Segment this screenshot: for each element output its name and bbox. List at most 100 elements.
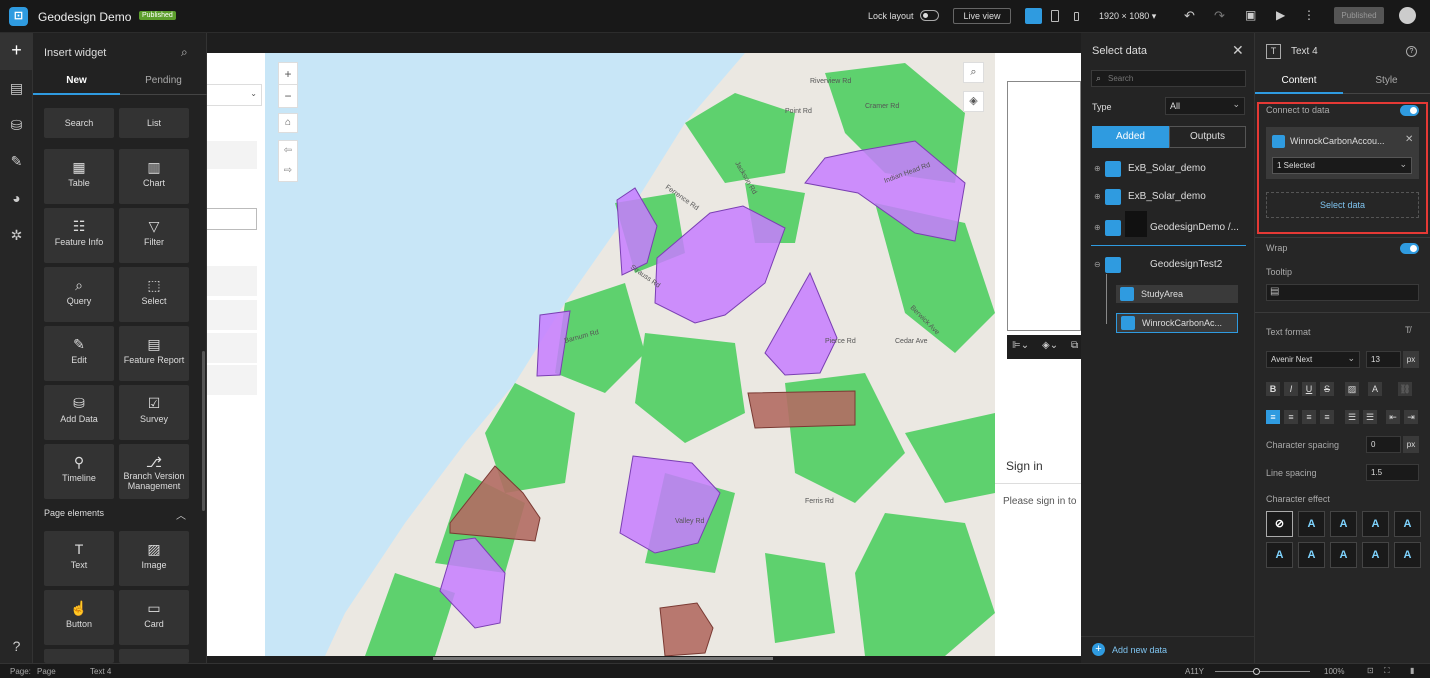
text-widget-frame[interactable]: [1007, 81, 1081, 331]
tab-outputs[interactable]: Outputs: [1169, 126, 1246, 148]
live-view-button[interactable]: Live view: [953, 8, 1011, 24]
font-color-icon[interactable]: A: [1368, 382, 1382, 396]
data-source-item[interactable]: ⊕ ExB_Solar_demo: [1091, 185, 1246, 209]
zoom-out-button[interactable]: −: [279, 85, 297, 107]
effect-none-icon[interactable]: ⊘: [1266, 511, 1293, 537]
link-icon[interactable]: ⛓: [1398, 382, 1412, 396]
help-icon[interactable]: ?: [1406, 46, 1417, 57]
mobile-icon[interactable]: [1074, 12, 1079, 21]
duplicate-icon[interactable]: ⧉: [1071, 340, 1078, 351]
map-search-button[interactable]: ⌕: [963, 62, 984, 83]
page-select[interactable]: Page: [37, 667, 56, 676]
data-source-item[interactable]: ⊕ ExB_Solar_demo: [1091, 157, 1246, 181]
highlight-color-icon[interactable]: ▨: [1345, 382, 1359, 396]
numbered-list-icon[interactable]: ☰: [1363, 410, 1377, 424]
tab-content[interactable]: Content: [1255, 70, 1343, 94]
effect-outline-3-icon[interactable]: A: [1330, 542, 1357, 568]
char-spacing-input[interactable]: 0: [1366, 436, 1401, 453]
zoom-in-button[interactable]: +: [279, 63, 297, 85]
widget-tile-select[interactable]: ⬚ Select: [119, 267, 189, 322]
align-right-icon[interactable]: ≡: [1302, 410, 1316, 424]
close-icon[interactable]: ✕: [1232, 42, 1244, 59]
fullscreen-icon[interactable]: ⛶: [1384, 666, 1390, 676]
add-new-data-button[interactable]: + Add new data: [1092, 643, 1212, 659]
lock-layout-toggle[interactable]: [920, 10, 939, 21]
publish-button[interactable]: Published: [1334, 7, 1384, 24]
widget-tile-branch-version-management[interactable]: ⎇ Branch Version Management: [119, 444, 189, 499]
settings-icon[interactable]: ✲: [8, 227, 25, 244]
effect-shadow-4-icon[interactable]: A: [1394, 511, 1421, 537]
widget-tile-survey[interactable]: ☑ Survey: [119, 385, 189, 440]
map-view[interactable]: Riverview Rd Point Rd Ferrence Rd Jackso…: [265, 53, 995, 656]
bold-button[interactable]: B: [1266, 382, 1280, 396]
effect-shadow-1-icon[interactable]: A: [1298, 511, 1325, 537]
effect-shadow-2-icon[interactable]: A: [1330, 511, 1357, 537]
child-item-studyarea[interactable]: StudyArea: [1116, 285, 1238, 303]
tablet-icon[interactable]: [1051, 10, 1059, 22]
widget-tile-timeline[interactable]: ⚲ Timeline: [44, 444, 114, 499]
wrap-toggle[interactable]: [1400, 243, 1419, 254]
align-left-icon[interactable]: ≡: [1266, 410, 1280, 424]
bullet-list-icon[interactable]: ☰: [1345, 410, 1359, 424]
strikethrough-button[interactable]: S: [1320, 382, 1334, 396]
tab-added[interactable]: Added: [1092, 126, 1169, 148]
page-element-text[interactable]: T Text: [44, 531, 114, 586]
undo-icon[interactable]: ↶: [1184, 8, 1195, 24]
indent-decrease-icon[interactable]: ⇤: [1386, 410, 1400, 424]
type-select[interactable]: All ⌄: [1165, 97, 1245, 115]
page-element-button[interactable]: ☝ Button: [44, 590, 114, 645]
tools-icon[interactable]: ✎: [8, 153, 25, 170]
more-menu-icon[interactable]: ⋮: [1303, 8, 1315, 22]
data-source-item[interactable]: ⊕ GeodesignDemo /...: [1091, 211, 1246, 237]
data-source-group[interactable]: ⊖ GeodesignTest2: [1091, 253, 1246, 277]
fit-icon[interactable]: ⊡: [1367, 666, 1374, 675]
widget-tile-filter[interactable]: ▽ Filter: [119, 208, 189, 263]
child-item-winrock[interactable]: WinrockCarbonAc...: [1116, 313, 1238, 333]
align-center-icon[interactable]: ≡: [1284, 410, 1298, 424]
effect-outline-4-icon[interactable]: A: [1362, 542, 1389, 568]
data-icon[interactable]: ⛁: [8, 117, 25, 134]
save-icon[interactable]: ▣: [1245, 8, 1256, 22]
next-extent-button[interactable]: ⇨: [279, 161, 297, 181]
effect-outline-2-icon[interactable]: A: [1298, 542, 1325, 568]
theme-icon[interactable]: ◕: [8, 190, 25, 207]
widget-tile-query[interactable]: ⌕ Query: [44, 267, 114, 322]
page-element-card[interactable]: ▭ Card: [119, 590, 189, 645]
app-logo-icon[interactable]: ⊡: [9, 7, 28, 26]
strip-dropdown[interactable]: ⌄: [207, 84, 262, 106]
effect-outline-1-icon[interactable]: A: [1266, 542, 1293, 568]
remove-source-icon[interactable]: ✕: [1405, 134, 1413, 145]
align-justify-icon[interactable]: ≡: [1320, 410, 1334, 424]
page-icon[interactable]: ▤: [8, 80, 25, 97]
widget-tile-search[interactable]: Search: [44, 108, 114, 138]
underline-button[interactable]: U: [1302, 382, 1316, 396]
widget-tile-add-data[interactable]: ⛁ Add Data: [44, 385, 114, 440]
tab-style[interactable]: Style: [1343, 70, 1430, 94]
home-button[interactable]: ⌂: [278, 113, 298, 133]
add-widget-icon[interactable]: +: [8, 41, 25, 59]
preview-icon[interactable]: ▶: [1276, 8, 1285, 22]
line-spacing-input[interactable]: 1.5: [1366, 464, 1419, 481]
page-element-image[interactable]: ▨ Image: [119, 531, 189, 586]
effect-shadow-3-icon[interactable]: A: [1362, 511, 1389, 537]
search-icon[interactable]: ⌕: [181, 45, 188, 60]
a11y-button[interactable]: A11Y: [1185, 667, 1204, 676]
desktop-icon[interactable]: [1025, 8, 1042, 24]
selection-select[interactable]: 1 Selected ⌄: [1272, 157, 1412, 174]
select-data-button[interactable]: Select data: [1266, 192, 1419, 218]
widget-tile-table[interactable]: ▦ Table: [44, 149, 114, 204]
zoom-slider[interactable]: [1215, 668, 1310, 675]
tab-pending[interactable]: Pending: [120, 69, 207, 95]
clear-format-icon[interactable]: T̸: [1405, 325, 1411, 335]
resolution-select[interactable]: 1920 × 1080 ▾: [1099, 11, 1156, 22]
collapse-chevron-icon[interactable]: ︿: [176, 507, 186, 522]
search-input[interactable]: ⌕ Search: [1091, 70, 1246, 87]
panel-toggle-icon[interactable]: ▮: [1410, 666, 1414, 675]
tab-new[interactable]: New: [33, 69, 120, 95]
italic-button[interactable]: I: [1284, 382, 1298, 396]
align-icon[interactable]: ⊫⌄: [1012, 340, 1029, 351]
redo-icon[interactable]: ↷: [1214, 8, 1225, 24]
widget-tile-chart[interactable]: ▥ Chart: [119, 149, 189, 204]
dynamic-content-icon[interactable]: ▤: [1270, 286, 1279, 297]
strip-input[interactable]: [207, 208, 257, 230]
